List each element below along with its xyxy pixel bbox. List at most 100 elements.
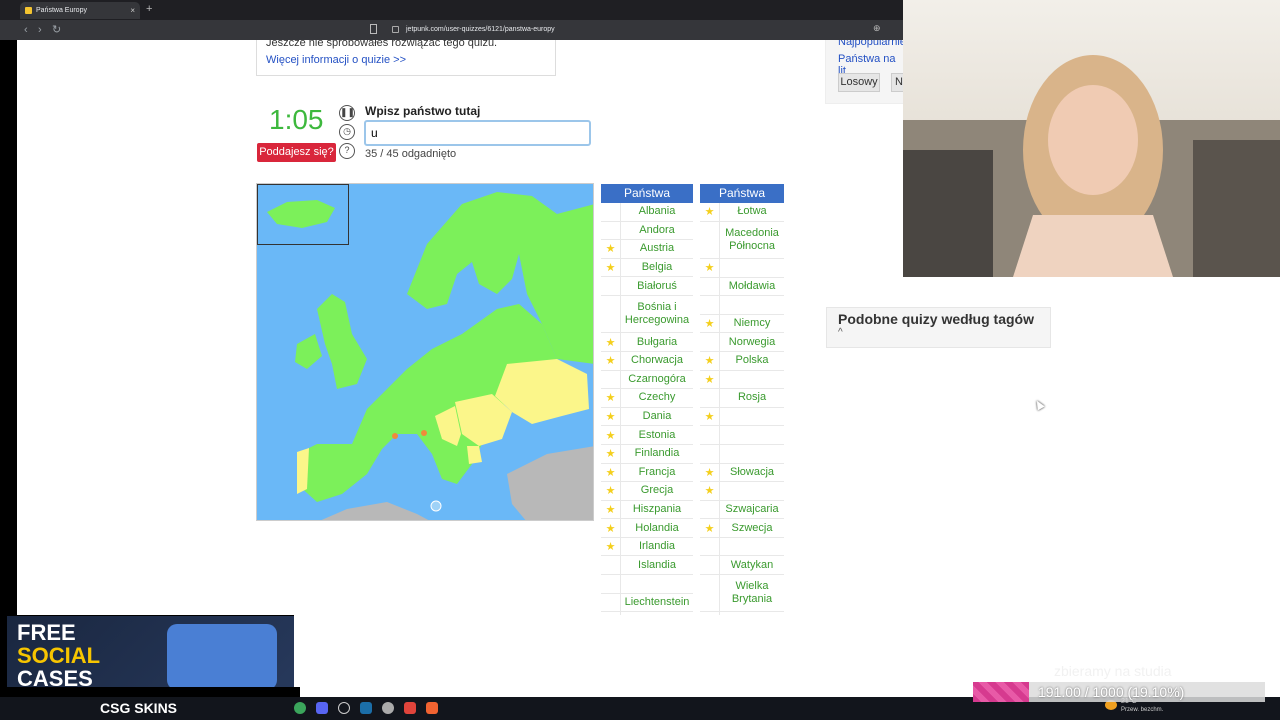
random-quiz-button[interactable]: Losowy <box>838 73 880 92</box>
country-name: Białoruś <box>637 279 677 292</box>
settings-icon[interactable] <box>382 702 394 714</box>
star-icon <box>700 277 720 296</box>
star-icon: ★ <box>601 482 621 500</box>
country-name: Dania <box>642 410 672 423</box>
answers-table-right: Państwa ★ Łotwa Macedonia Północna ★ Mołdawi… <box>700 184 784 615</box>
person-face <box>1048 85 1138 195</box>
ad-line-1: FREE <box>17 620 76 645</box>
star-icon <box>700 575 720 612</box>
star-icon <box>601 295 621 333</box>
star-icon <box>601 575 621 593</box>
country-uk <box>317 294 367 389</box>
next-quiz-button[interactable]: Na <box>891 73 903 92</box>
country-name: Słowacja <box>729 465 775 478</box>
pause-icon[interactable]: ❚❚ <box>339 105 355 121</box>
table-row: ★ Dania <box>601 407 693 427</box>
table-row: ★ Estonia <box>601 426 693 445</box>
table-row: Białoruś <box>601 277 693 296</box>
webcam-scene <box>903 55 1280 277</box>
table-row: Watykan <box>700 556 784 576</box>
sidebar-link-popular[interactable]: Najpopularnie <box>838 40 903 48</box>
give-up-button[interactable]: Poddajesz się? <box>257 143 336 162</box>
country-name: Francja <box>638 465 676 478</box>
reload-icon[interactable]: ↻ <box>52 20 61 40</box>
country-name: Czechy <box>638 391 676 404</box>
game-icon[interactable] <box>404 702 416 714</box>
star-icon: ★ <box>601 537 621 556</box>
bookmark-icon[interactable] <box>370 24 377 34</box>
star-icon <box>700 296 720 314</box>
clock-icon[interactable]: ◷ <box>339 124 355 140</box>
table-row: Bośnia i Hercegowina <box>601 295 693 334</box>
table-row: Islandia <box>601 556 693 576</box>
url-field[interactable]: jetpunk.com/user-quizzes/6121/panstwa-eu… <box>388 23 893 37</box>
progress-counter: 35 / 45 odgadnięto <box>365 148 457 160</box>
table-row <box>700 296 784 315</box>
country-name: Niemcy <box>733 317 771 330</box>
country-name <box>720 445 784 463</box>
country-name: Liechtenstein <box>624 595 690 608</box>
europe-map <box>256 183 594 521</box>
webcam-overlay <box>903 0 1280 277</box>
fundraiser-text: 191.00 / 1000 (19.10%) <box>1038 684 1185 700</box>
back-icon[interactable]: ‹ <box>24 20 28 40</box>
tab-bar: Państwa Europy × + <box>0 0 903 20</box>
star-icon: ★ <box>601 333 621 351</box>
taskbar-app-icon[interactable] <box>294 702 306 714</box>
table-row: Albania <box>601 203 693 222</box>
table-row: Norwegia <box>700 333 784 352</box>
table-row: Szwajcaria <box>700 500 784 520</box>
country-name: Albania <box>638 205 676 218</box>
table-row: ★ <box>700 258 784 278</box>
obs-icon[interactable] <box>338 702 350 714</box>
site-info-icon[interactable] <box>392 26 399 33</box>
marker-monaco <box>392 433 398 439</box>
country-name: Bośnia i Hercegowina <box>624 301 690 327</box>
collapse-caret-icon[interactable]: ^ <box>838 327 843 338</box>
star-icon: ★ <box>601 258 621 277</box>
brave-icon[interactable] <box>426 702 438 714</box>
star-icon: ★ <box>601 444 621 463</box>
country-name: Irlandia <box>638 540 676 553</box>
discord-icon[interactable] <box>316 702 328 714</box>
answer-input[interactable] <box>364 120 591 146</box>
country-name: Mołdawia <box>728 279 776 292</box>
address-bar-row: ‹ › ↻ jetpunk.com/user-quizzes/6121/pans… <box>0 20 903 40</box>
steam-icon[interactable] <box>360 702 372 714</box>
star-icon <box>700 537 720 556</box>
star-icon <box>700 500 720 519</box>
table-row <box>700 537 784 557</box>
help-icon[interactable]: ? <box>339 143 355 159</box>
table-row: ★ Hiszpania <box>601 500 693 520</box>
zoom-icon[interactable]: ⊕ <box>873 23 881 34</box>
ad-line-2: SOCIAL <box>17 643 101 668</box>
country-name: Finlandia <box>634 447 680 460</box>
country-name <box>720 426 784 444</box>
close-tab-icon[interactable]: × <box>130 2 135 19</box>
africa-land <box>321 502 429 520</box>
browser-tab[interactable]: Państwa Europy × <box>20 2 140 19</box>
star-icon <box>700 444 720 463</box>
table-row <box>700 426 784 445</box>
table-row: ★ Niemcy <box>700 314 784 334</box>
country-name: Hiszpania <box>632 503 682 515</box>
star-icon <box>700 333 720 351</box>
star-icon: ★ <box>601 500 621 519</box>
pillow-right <box>1193 140 1280 277</box>
star-icon: ★ <box>700 463 720 482</box>
table-row: ★ Francja <box>601 463 693 483</box>
country-ireland <box>295 334 322 369</box>
star-icon <box>700 556 720 575</box>
country-name: Szwajcaria <box>725 503 779 515</box>
new-tab-button[interactable]: + <box>146 3 152 15</box>
country-name <box>621 575 693 593</box>
quiz-info-link[interactable]: Więcej informacji o quizie >> <box>266 54 406 66</box>
country-name <box>720 259 784 277</box>
table-row: ★ Bułgaria <box>601 333 693 352</box>
table-row: ★ Czechy <box>601 389 693 408</box>
url-text: jetpunk.com/user-quizzes/6121/panstwa-eu… <box>406 26 555 33</box>
star-icon: ★ <box>700 370 720 389</box>
table-row: ★ Łotwa <box>700 203 784 222</box>
brand-bar-bg <box>0 687 300 697</box>
forward-icon[interactable]: › <box>38 20 42 40</box>
